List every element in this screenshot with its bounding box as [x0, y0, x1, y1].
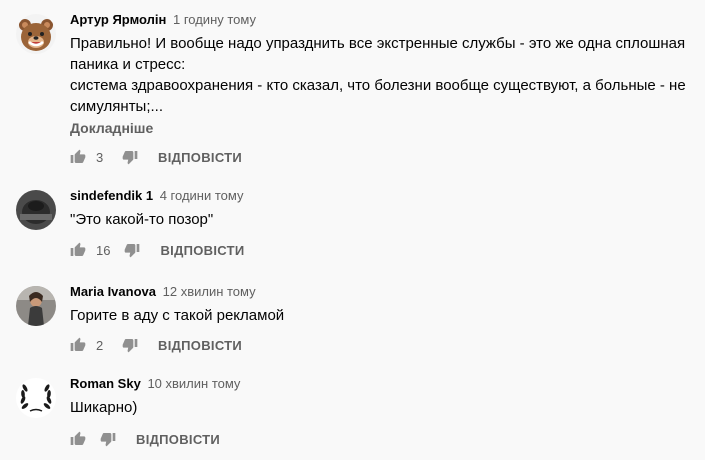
reply-button[interactable]: ВІДПОВІСТИ — [158, 338, 242, 353]
dark-photo-avatar[interactable] — [16, 190, 56, 230]
comment-actions: 2 ВІДПОВІСТИ — [70, 335, 242, 355]
comment-header: Maria Ivanova 12 хвилин тому — [70, 284, 695, 300]
comment-time[interactable]: 10 хвилин тому — [147, 376, 240, 391]
comment-body: Артур Ярмолін 1 годину тому Правильно! И… — [70, 12, 695, 136]
thumb-down-icon[interactable] — [100, 431, 116, 447]
like-count: 16 — [96, 242, 111, 258]
comment-header: Roman Sky 10 хвилин тому — [70, 376, 695, 392]
comment-time[interactable]: 1 годину тому — [173, 12, 256, 27]
comment-actions: ВІДПОВІСТИ — [70, 429, 220, 449]
comment-actions: 16 ВІДПОВІСТИ — [70, 240, 245, 260]
thumb-up-icon[interactable] — [70, 431, 86, 447]
like-count: 2 — [96, 337, 104, 353]
comment-header: sindefendik 1 4 години тому — [70, 188, 695, 204]
thumb-down-icon[interactable] — [122, 337, 138, 353]
comment-time[interactable]: 4 години тому — [160, 188, 244, 203]
comment-actions: 3 ВІДПОВІСТИ — [70, 147, 242, 167]
comment-body: sindefendik 1 4 години тому "Это какой-т… — [70, 188, 695, 230]
comment-text-line: симулянты;... — [70, 98, 164, 115]
comment-text: "Это какой-то позор" — [70, 209, 695, 230]
photo-avatar[interactable] — [16, 286, 56, 326]
thumb-up-icon[interactable] — [70, 337, 86, 353]
comment-text-line: система здравоохранения - кто сказал, чт… — [70, 77, 686, 94]
thumb-down-icon[interactable] — [122, 149, 138, 165]
comment-body: Roman Sky 10 хвилин тому Шикарно) — [70, 376, 695, 418]
like-count: 3 — [96, 149, 104, 165]
comment-author[interactable]: Maria Ivanova — [70, 284, 156, 299]
comment-time[interactable]: 12 хвилин тому — [163, 284, 256, 299]
reply-button[interactable]: ВІДПОВІСТИ — [158, 150, 242, 165]
laurel-avatar[interactable] — [16, 378, 56, 418]
comment-text-line: паника и стресс: — [70, 56, 186, 73]
thumb-down-icon[interactable] — [124, 242, 140, 258]
thumb-up-icon[interactable] — [70, 149, 86, 165]
comment-text: Шикарно) — [70, 397, 695, 418]
reply-button[interactable]: ВІДПОВІСТИ — [160, 243, 244, 258]
comment-author[interactable]: sindefendik 1 — [70, 188, 153, 203]
comment-body: Maria Ivanova 12 хвилин тому Горите в ад… — [70, 284, 695, 326]
bear-avatar[interactable] — [16, 14, 56, 54]
comment-text: Горите в аду с такой рекламой — [70, 305, 695, 326]
read-more-button[interactable]: Докладніше — [70, 120, 695, 136]
reply-button[interactable]: ВІДПОВІСТИ — [136, 432, 220, 447]
comment-text-line: Шикарно) — [70, 399, 138, 416]
comment-text: Правильно! И вообще надо упразднить все … — [70, 33, 695, 117]
comment-author[interactable]: Roman Sky — [70, 376, 141, 391]
thumb-up-icon[interactable] — [70, 242, 86, 258]
comment-text-line: Горите в аду с такой рекламой — [70, 307, 285, 324]
comment-header: Артур Ярмолін 1 годину тому — [70, 12, 695, 28]
comment-author[interactable]: Артур Ярмолін — [70, 12, 166, 27]
comment-text-line: Правильно! И вообще надо упразднить все … — [70, 35, 686, 52]
comment-text-line: "Это какой-то позор" — [70, 211, 214, 228]
